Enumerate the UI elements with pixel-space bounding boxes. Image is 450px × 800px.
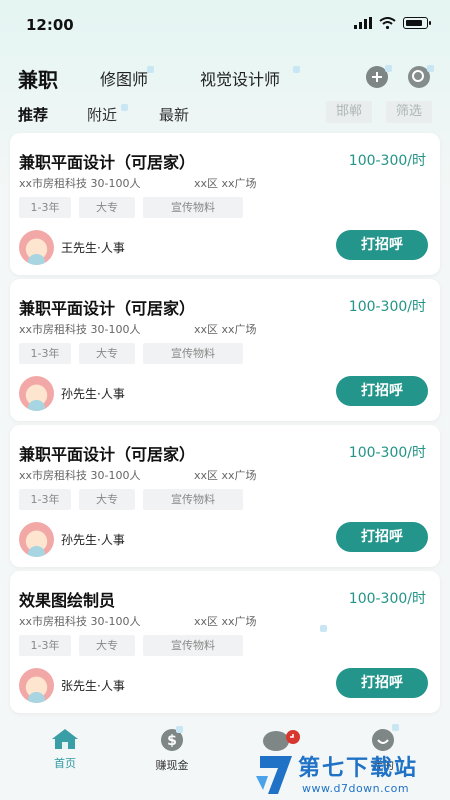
badge-dot bbox=[121, 104, 128, 111]
job-salary: 100-300/时 bbox=[348, 445, 426, 461]
badge-dot bbox=[293, 66, 300, 73]
recruiter-avatar bbox=[19, 230, 54, 265]
job-location: xx区 xx广场 bbox=[194, 615, 257, 628]
job-tag-experience: 1-3年 bbox=[19, 343, 71, 364]
svg-text:$: $ bbox=[167, 733, 177, 749]
tab-nearby[interactable]: 附近 bbox=[87, 104, 117, 125]
signal-icon bbox=[354, 17, 372, 29]
city-filter-button[interactable]: 邯郸 bbox=[325, 101, 372, 123]
badge-dot bbox=[385, 65, 392, 72]
status-icons bbox=[354, 17, 431, 29]
recruiter-name: 王先生·人事 bbox=[61, 241, 125, 255]
job-card[interactable]: 兼职平面设计（可居家） 100-300/时 xx市房租科技 30-100人 xx… bbox=[10, 425, 440, 567]
badge-dot bbox=[176, 726, 183, 733]
job-card[interactable]: 兼职平面设计（可居家） 100-300/时 xx市房租科技 30-100人 xx… bbox=[10, 279, 440, 421]
badge-dot bbox=[320, 625, 327, 632]
nav-label-earn-cash: 赚现金 bbox=[155, 759, 189, 772]
recruiter-avatar bbox=[19, 668, 54, 703]
job-location: xx区 xx广场 bbox=[194, 177, 257, 190]
home-icon bbox=[52, 729, 78, 749]
job-title: 效果图绘制员 bbox=[19, 591, 116, 610]
nav-label-home: 首页 bbox=[54, 757, 76, 770]
nav-home[interactable]: 首页 bbox=[50, 728, 80, 771]
job-company: xx市房租科技 30-100人 bbox=[19, 469, 141, 482]
category-tabs: 兼职 修图师 视觉设计师 bbox=[18, 64, 434, 96]
sort-tabs: 推荐 附近 最新 邯郸 筛选 bbox=[18, 101, 432, 128]
job-tag-experience: 1-3年 bbox=[19, 635, 71, 656]
job-title: 兼职平面设计（可居家） bbox=[19, 445, 196, 464]
job-card[interactable]: 效果图绘制员 100-300/时 xx市房租科技 30-100人 xx区 xx广… bbox=[10, 571, 440, 713]
job-salary: 100-300/时 bbox=[348, 299, 426, 315]
recruiter-avatar bbox=[19, 522, 54, 557]
recruiter-name: 孙先生·人事 bbox=[61, 533, 125, 547]
job-tag-skill: 宣传物料 bbox=[143, 489, 243, 510]
greet-button[interactable]: 打招呼 bbox=[336, 522, 428, 552]
tab-latest[interactable]: 最新 bbox=[159, 104, 189, 125]
tab-recommended[interactable]: 推荐 bbox=[18, 104, 48, 125]
job-tag-experience: 1-3年 bbox=[19, 197, 71, 218]
recruiter-name: 张先生·人事 bbox=[61, 679, 125, 693]
badge-dot bbox=[392, 724, 399, 731]
tab-part-time[interactable]: 兼职 bbox=[18, 64, 58, 93]
job-salary: 100-300/时 bbox=[348, 591, 426, 607]
status-bar: 12:00 bbox=[0, 0, 450, 50]
job-tag-experience: 1-3年 bbox=[19, 489, 71, 510]
job-tag-education: 大专 bbox=[79, 197, 135, 218]
job-location: xx区 xx广场 bbox=[194, 469, 257, 482]
watermark-logo-icon bbox=[256, 756, 292, 794]
job-title: 兼职平面设计（可居家） bbox=[19, 299, 196, 318]
badge-dot bbox=[427, 65, 434, 72]
site-watermark: 第七下载站 www.d7down.com bbox=[254, 750, 450, 800]
badge-dot bbox=[147, 66, 154, 73]
recruiter-avatar bbox=[19, 376, 54, 411]
job-tag-education: 大专 bbox=[79, 635, 135, 656]
greet-button[interactable]: 打招呼 bbox=[336, 376, 428, 406]
job-company: xx市房租科技 30-100人 bbox=[19, 615, 141, 628]
job-tag-education: 大专 bbox=[79, 343, 135, 364]
job-tag-skill: 宣传物料 bbox=[143, 197, 243, 218]
job-salary: 100-300/时 bbox=[348, 153, 426, 169]
battery-icon bbox=[403, 17, 431, 29]
profile-icon bbox=[372, 729, 394, 751]
job-tag-skill: 宣传物料 bbox=[143, 635, 243, 656]
greet-button[interactable]: 打招呼 bbox=[336, 668, 428, 698]
wifi-icon bbox=[379, 17, 396, 29]
filter-button[interactable]: 筛选 bbox=[385, 101, 432, 123]
job-company: xx市房租科技 30-100人 bbox=[19, 177, 141, 190]
job-tag-skill: 宣传物料 bbox=[143, 343, 243, 364]
job-company: xx市房租科技 30-100人 bbox=[19, 323, 141, 336]
tab-visual-designer[interactable]: 视觉设计师 bbox=[200, 66, 280, 90]
job-card[interactable]: 兼职平面设计（可居家） 100-300/时 xx市房租科技 30-100人 xx… bbox=[10, 133, 440, 275]
greet-button[interactable]: 打招呼 bbox=[336, 230, 428, 260]
watermark-text: 第七下载站 bbox=[298, 756, 419, 781]
recruiter-name: 孙先生·人事 bbox=[61, 387, 125, 401]
nav-earn-cash[interactable]: $ 赚现金 bbox=[152, 728, 192, 773]
job-title: 兼职平面设计（可居家） bbox=[19, 153, 196, 172]
status-time: 12:00 bbox=[26, 16, 74, 34]
watermark-url: www.d7down.com bbox=[302, 782, 410, 795]
tab-retoucher[interactable]: 修图师 bbox=[100, 66, 148, 90]
job-location: xx区 xx广场 bbox=[194, 323, 257, 336]
job-tag-education: 大专 bbox=[79, 489, 135, 510]
